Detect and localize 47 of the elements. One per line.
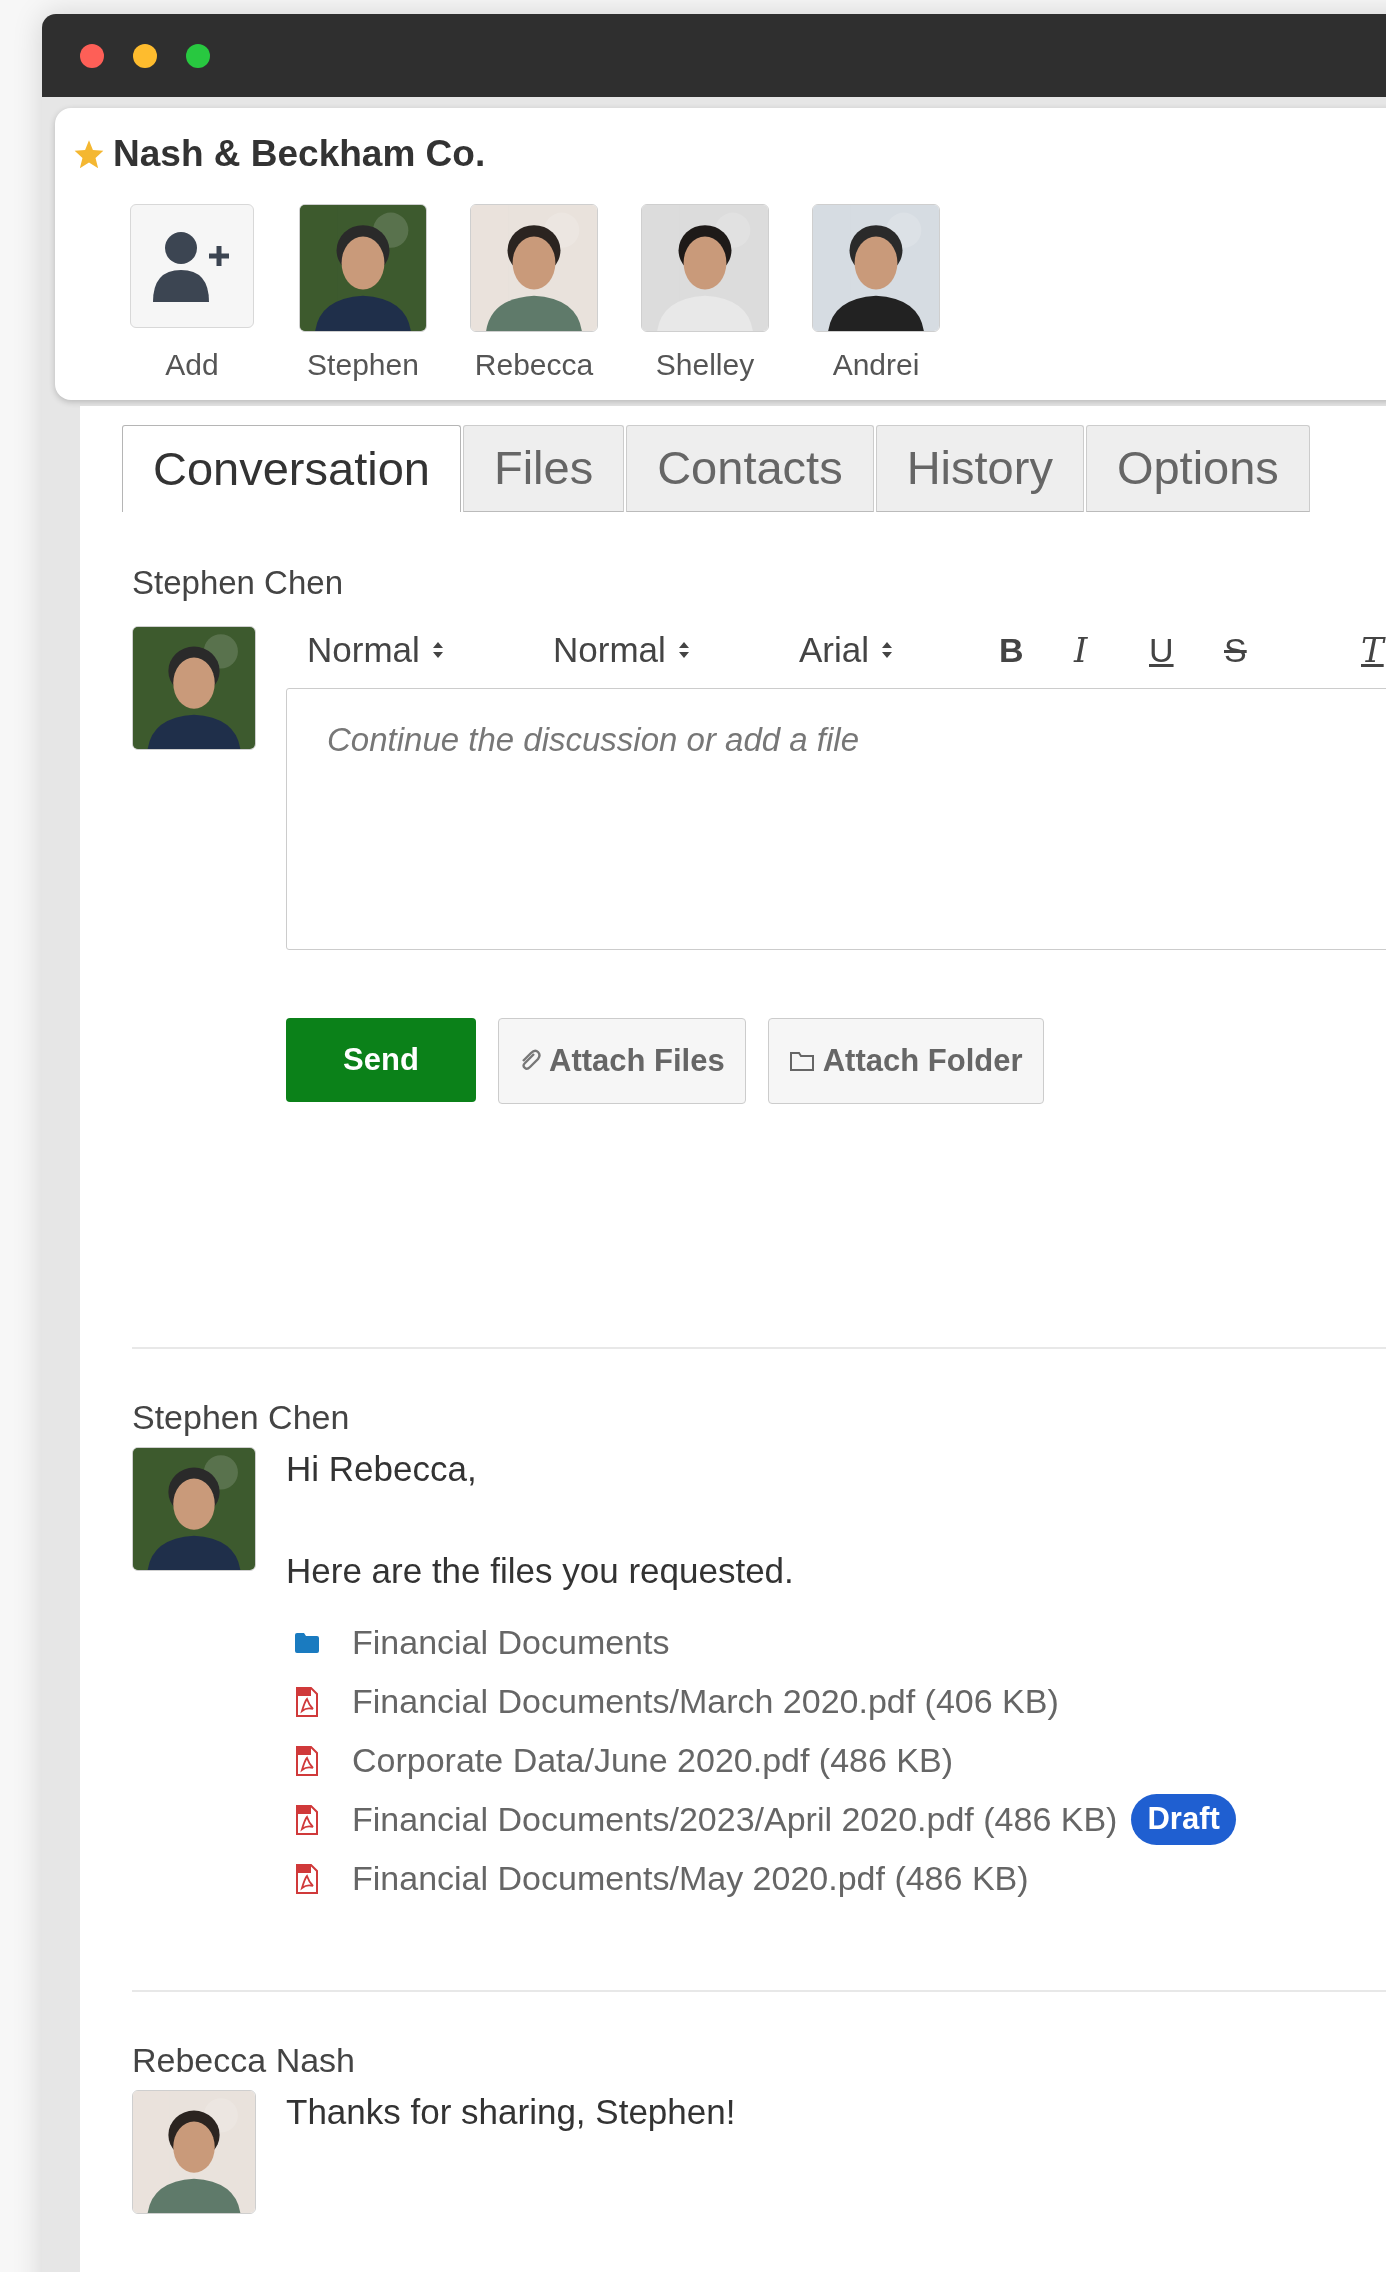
add-person-button[interactable] xyxy=(130,203,254,328)
message-text: Hi Rebecca, xyxy=(286,1448,478,1490)
sort-caret-icon xyxy=(677,640,690,660)
file-link[interactable]: Corporate Data/June 2020.pdf (486 KB) xyxy=(352,1735,954,1786)
tab[interactable]: Options xyxy=(1085,425,1310,512)
person-name: Add xyxy=(165,346,219,383)
company-name: Nash & Beckham Co. xyxy=(113,132,486,176)
paperclip-icon xyxy=(519,1049,541,1073)
sort-caret-icon xyxy=(431,640,444,660)
message-input[interactable]: Continue the discussion or add a file xyxy=(286,688,1386,950)
add-user-icon xyxy=(153,229,231,302)
file-link[interactable]: Financial Documents/2023/April 2020.pdf (486 KB) xyxy=(352,1794,1118,1845)
attach-files-button[interactable]: Attach Files xyxy=(498,1018,746,1104)
person-name: Rebecca xyxy=(474,346,594,383)
format-button[interactable]: S xyxy=(1224,624,1247,676)
file-link[interactable]: Financial Documents/May 2020.pdf (486 KB) xyxy=(352,1853,1029,1904)
person-name: Stephen xyxy=(307,346,419,383)
author-name: Stephen Chen xyxy=(132,1397,351,1437)
person-name: Andrei xyxy=(832,346,920,383)
format-select[interactable]: Normal xyxy=(553,623,690,677)
tab[interactable]: Contacts xyxy=(626,425,874,512)
sort-caret-icon xyxy=(881,640,894,660)
pdf-file-icon xyxy=(295,1863,319,1894)
tab[interactable]: History xyxy=(875,425,1084,512)
pdf-file-icon xyxy=(295,1686,319,1717)
file-link[interactable]: Financial Documents/March 2020.pdf (406 KB) xyxy=(352,1676,1059,1727)
tab[interactable]: Conversation xyxy=(122,425,461,512)
attach-folder-button[interactable]: Attach Folder xyxy=(767,1018,1044,1104)
author-name: Rebecca Nash xyxy=(132,2040,356,2080)
status-badge: Draft xyxy=(1131,1794,1236,1845)
message-text: Here are the files you requested. xyxy=(286,1550,795,1592)
file-link[interactable]: Financial Documents xyxy=(352,1617,670,1668)
tab[interactable]: Files xyxy=(462,425,625,512)
pdf-file-icon xyxy=(295,1745,319,1776)
author-name: Stephen Chen xyxy=(132,564,344,602)
folder-outline-icon xyxy=(788,1050,815,1072)
format-button[interactable]: I xyxy=(1074,624,1088,676)
format-button[interactable]: T xyxy=(1361,624,1384,676)
folder-icon xyxy=(294,1631,320,1654)
message-text: Thanks for sharing, Stephen! xyxy=(286,2091,736,2133)
send-button[interactable]: Send xyxy=(286,1018,476,1102)
format-select[interactable]: Arial xyxy=(799,623,894,677)
person-name: Shelley xyxy=(655,346,755,383)
format-select[interactable]: Normal xyxy=(307,623,444,677)
pdf-file-icon xyxy=(295,1804,319,1835)
format-button[interactable]: B xyxy=(999,624,1024,676)
format-button[interactable]: U xyxy=(1149,624,1174,676)
